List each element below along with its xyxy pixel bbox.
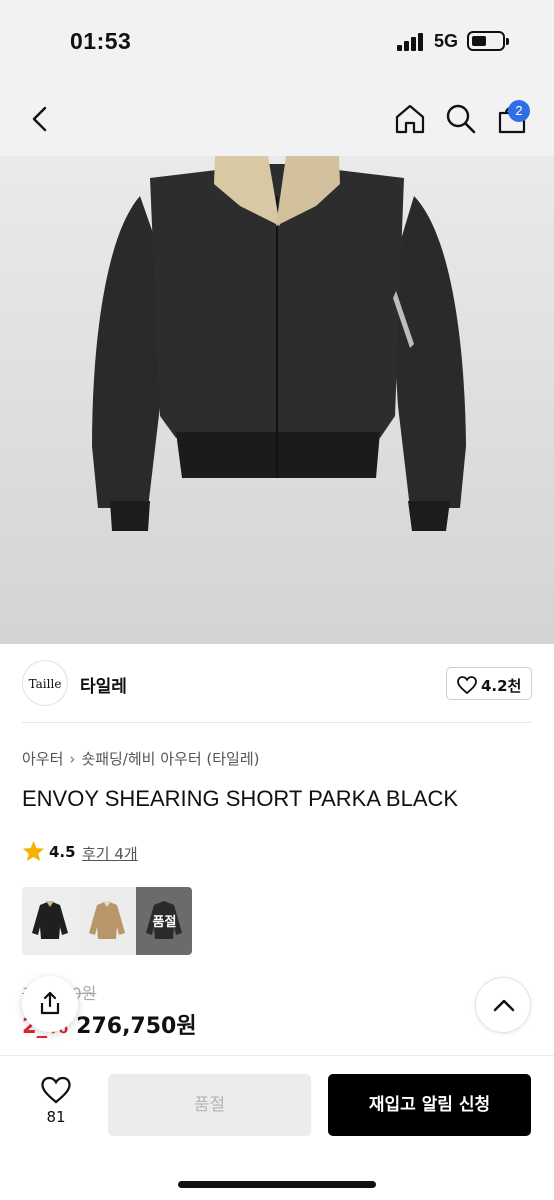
home-indicator bbox=[178, 1181, 376, 1188]
product-image[interactable] bbox=[0, 156, 554, 644]
rating-value: 4.5 bbox=[49, 843, 76, 861]
color-options: 품절 bbox=[22, 887, 192, 955]
wishlist-button[interactable]: 81 bbox=[30, 1074, 82, 1134]
network-type: 5G bbox=[434, 31, 459, 51]
color-option-beige[interactable] bbox=[79, 887, 136, 955]
brand-like-count: 4.2천 bbox=[481, 677, 522, 695]
soldout-overlay-label: 품절 bbox=[152, 915, 177, 930]
chevron-up-icon bbox=[493, 999, 515, 1012]
home-icon bbox=[395, 104, 425, 134]
color-option-soldout[interactable]: 품절 bbox=[136, 887, 192, 955]
divider bbox=[22, 722, 532, 723]
status-bar: 01:53 5G bbox=[0, 0, 554, 84]
home-button[interactable] bbox=[393, 102, 427, 136]
brand-name[interactable]: 타일레 bbox=[80, 672, 127, 697]
soldout-button: 품절 bbox=[108, 1074, 311, 1136]
search-icon bbox=[446, 104, 476, 134]
jacket-thumbnail bbox=[32, 901, 68, 939]
wishlist-count: 81 bbox=[46, 1108, 66, 1126]
chevron-left-icon bbox=[32, 106, 47, 132]
top-nav bbox=[0, 84, 554, 156]
battery-icon bbox=[467, 31, 509, 51]
share-button[interactable] bbox=[22, 976, 78, 1032]
brand-like-button[interactable]: 4.2천 bbox=[446, 667, 532, 700]
scroll-top-button[interactable] bbox=[475, 977, 531, 1033]
star-icon bbox=[22, 840, 45, 862]
bottom-action-bar: 81 품절 재입고 알림 신청 bbox=[0, 1055, 554, 1200]
cart-count-badge: 2 bbox=[508, 100, 530, 122]
product-title: ENVOY SHEARING SHORT PARKA BLACK bbox=[22, 786, 459, 811]
share-icon bbox=[40, 991, 60, 1015]
breadcrumb: 아우터 › 숏패딩/헤비 아우터 (타일레) bbox=[22, 748, 260, 769]
jacket-thumbnail bbox=[89, 901, 125, 939]
search-button[interactable] bbox=[444, 102, 478, 136]
jacket-illustration bbox=[92, 156, 466, 531]
brand-row[interactable]: Taille 타일레 4.2천 bbox=[22, 660, 532, 708]
heart-icon bbox=[457, 676, 477, 694]
restock-alert-button[interactable]: 재입고 알림 신청 bbox=[328, 1074, 531, 1136]
breadcrumb-subcategory[interactable]: 숏패딩/헤비 아우터 (타일레) bbox=[81, 750, 259, 768]
sale-price: 276,750원 bbox=[76, 1014, 197, 1039]
brand-logo[interactable]: Taille bbox=[22, 660, 68, 706]
color-option-black[interactable] bbox=[22, 887, 79, 955]
signal-icon bbox=[397, 33, 427, 51]
status-time: 01:53 bbox=[70, 28, 132, 54]
heart-icon bbox=[41, 1076, 71, 1104]
chevron-right-icon: › bbox=[69, 750, 76, 768]
breadcrumb-category[interactable]: 아우터 bbox=[22, 750, 63, 768]
back-button[interactable] bbox=[24, 102, 58, 136]
review-link[interactable]: 후기 4개 bbox=[82, 843, 138, 864]
